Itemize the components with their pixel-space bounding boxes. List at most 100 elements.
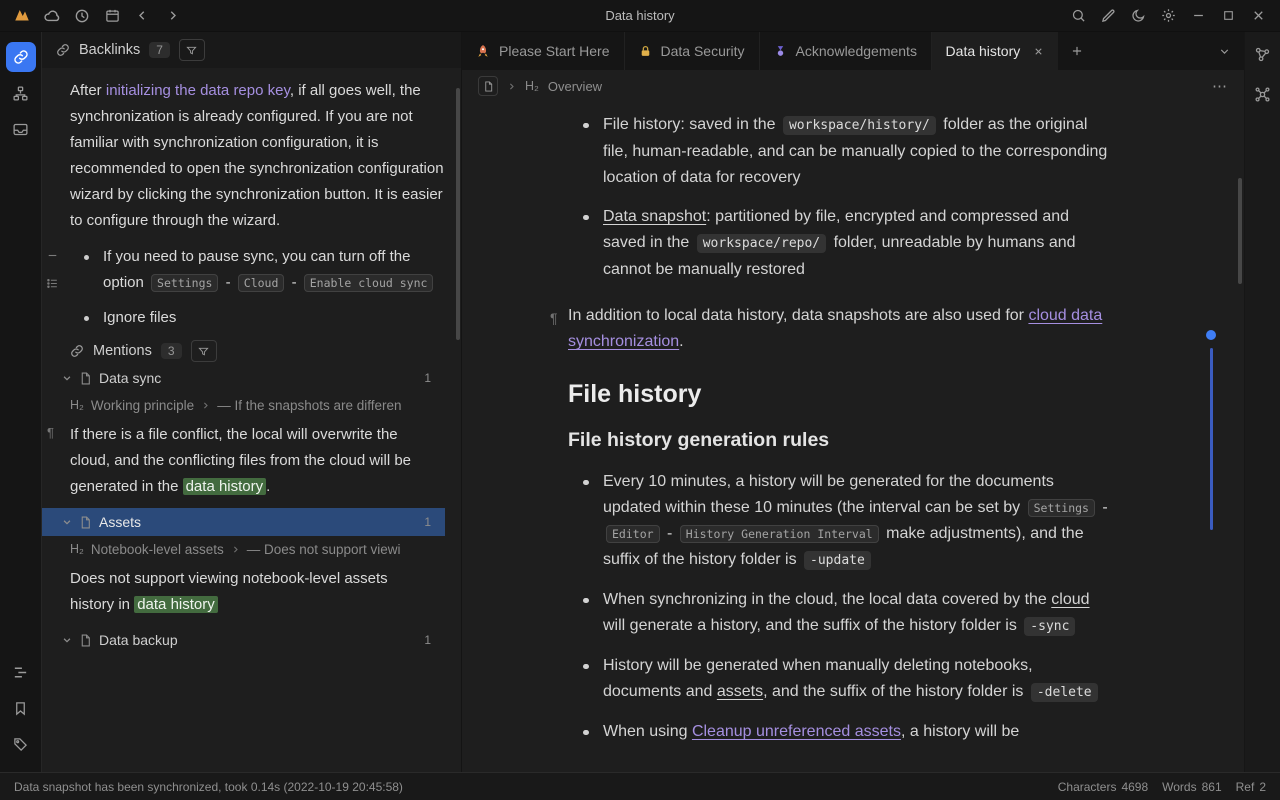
maximize-icon[interactable] [1214, 4, 1242, 28]
ref-counter: Ref2 [1236, 780, 1266, 794]
mention-paragraph[interactable]: If there is a file conflict, the local w… [70, 422, 431, 500]
mention-doc-count: 1 [424, 633, 431, 647]
tab-label: Please Start Here [499, 43, 610, 59]
list-gutter-icon[interactable] [46, 277, 59, 290]
forward-icon[interactable] [158, 4, 186, 28]
app-window: Data history [0, 0, 1280, 800]
backlink-icon [56, 43, 70, 57]
left-dock [0, 32, 42, 772]
mention-doc-name: Data sync [99, 370, 161, 386]
global-graph-icon[interactable] [1249, 80, 1277, 108]
document-counters: Characters4698 Words861 Ref2 [1058, 780, 1266, 794]
medal-icon [774, 45, 787, 58]
search-icon[interactable] [1064, 4, 1092, 28]
document-icon [79, 516, 92, 529]
tab-data-history[interactable]: Data history [932, 32, 1059, 70]
theme-moon-icon[interactable] [1124, 4, 1152, 28]
editor-scrollbar[interactable] [1238, 178, 1242, 284]
panel-scrollbar[interactable] [456, 88, 460, 340]
block-gutter-icon[interactable] [46, 249, 59, 262]
scroll-position-dot[interactable] [1206, 330, 1216, 340]
mention-doc-row[interactable]: Data backup 1 [42, 626, 445, 654]
mention-path-crumb: Notebook-level assets [91, 542, 224, 557]
list-item[interactable]: File history: saved in the workspace/his… [568, 112, 1110, 191]
mention-doc-count: 1 [424, 515, 431, 529]
mention-doc-row[interactable]: Data sync 1 [42, 364, 445, 392]
h2-icon: H₂ [70, 398, 84, 412]
new-tab-button[interactable] [1058, 32, 1096, 70]
outline-icon[interactable] [6, 657, 36, 687]
mention-doc-name: Data backup [99, 632, 178, 648]
mention-path-crumb: Working principle [91, 398, 194, 413]
backlinks-header: Backlinks 7 [42, 32, 461, 68]
mentions-filter-button[interactable] [191, 340, 217, 362]
mention-path[interactable]: H₂ Working principle — If the snapshots … [42, 392, 445, 418]
h2-icon: H₂ [70, 542, 84, 556]
close-icon[interactable] [1244, 4, 1272, 28]
h2-icon: H₂ [525, 79, 539, 93]
graph-tree-icon[interactable] [6, 78, 36, 108]
tab-bar: Please Start Here Data Security Acknowle… [462, 32, 1244, 70]
mention-doc-row-selected[interactable]: Assets 1 [42, 508, 445, 536]
list-item[interactable]: Data snapshot: partitioned by file, encr… [568, 204, 1110, 283]
heading-2[interactable]: File history generation rules [568, 427, 1110, 453]
heading-1[interactable]: File history [568, 381, 1110, 407]
paragraph[interactable]: In addition to local data history, data … [568, 303, 1110, 355]
tab-please-start-here[interactable]: Please Start Here [462, 32, 625, 70]
backlinks-dock-icon[interactable] [6, 42, 36, 72]
list-item[interactable]: Every 10 minutes, a history will be gene… [568, 469, 1110, 574]
backlinks-body: After initializing the data repo key, if… [42, 68, 461, 772]
status-bar: Data snapshot has been synchronized, too… [0, 772, 1280, 800]
bookmark-icon[interactable] [6, 693, 36, 723]
mention-paragraph-wrap: Does not support viewing notebook-level … [42, 562, 445, 626]
backlink-paragraph[interactable]: After initializing the data repo key, if… [70, 78, 445, 234]
list-item[interactable]: When synchronizing in the cloud, the loc… [568, 587, 1110, 640]
inbox-icon[interactable] [6, 114, 36, 144]
tab-list-chevron-icon[interactable] [1204, 32, 1244, 70]
daily-note-icon[interactable] [98, 4, 126, 28]
mentions-count-badge: 3 [161, 343, 182, 359]
close-tab-icon[interactable] [1033, 46, 1044, 57]
back-icon[interactable] [128, 4, 156, 28]
tab-label: Data Security [661, 43, 745, 59]
minimize-icon[interactable] [1184, 4, 1212, 28]
backlink-list-item[interactable]: Ignore files [70, 305, 445, 331]
paragraph-gutter-icon[interactable]: ¶ [47, 425, 54, 440]
rocket-icon [476, 44, 490, 58]
backlinks-filter-button[interactable] [179, 39, 205, 61]
settings-gear-icon[interactable] [1154, 4, 1182, 28]
tab-data-security[interactable]: Data Security [625, 32, 760, 70]
titlebar: Data history [0, 0, 1280, 32]
breadcrumb: H₂ Overview ⋯ [462, 70, 1244, 102]
tag-icon[interactable] [6, 729, 36, 759]
scroll-position-line[interactable] [1210, 348, 1213, 530]
backlinks-panel: Backlinks 7 After initializing the data … [42, 32, 462, 772]
mention-paragraph-wrap: ¶ If there is a file conflict, the local… [42, 418, 445, 508]
chevron-down-icon[interactable] [62, 635, 72, 645]
mention-path[interactable]: H₂ Notebook-level assets — Does not supp… [42, 536, 445, 562]
mentions-title: Mentions [93, 343, 152, 359]
chevron-down-icon[interactable] [62, 373, 72, 383]
document-content[interactable]: File history: saved in the workspace/his… [462, 102, 1244, 772]
chevron-right-icon [507, 82, 516, 91]
document-icon [79, 372, 92, 385]
mention-doc-count: 1 [424, 371, 431, 385]
tab-acknowledgements[interactable]: Acknowledgements [760, 32, 932, 70]
list-item[interactable]: When using Cleanup unreferenced assets, … [568, 719, 1110, 745]
characters-counter: Characters4698 [1058, 780, 1148, 794]
mention-paragraph[interactable]: Does not support viewing notebook-level … [70, 566, 431, 618]
more-menu-icon[interactable]: ⋯ [1212, 77, 1228, 95]
backlink-list-item[interactable]: If you need to pause sync, you can turn … [70, 244, 445, 296]
chevron-down-icon[interactable] [62, 517, 72, 527]
list-item[interactable]: History will be generated when manually … [568, 653, 1110, 706]
cloud-sync-icon[interactable] [38, 4, 66, 28]
edit-icon[interactable] [1094, 4, 1122, 28]
history-icon[interactable] [68, 4, 96, 28]
graph-icon[interactable] [1249, 40, 1277, 68]
paragraph-gutter-icon[interactable]: ¶ [550, 305, 558, 331]
tabbar-spacer [1096, 32, 1204, 70]
app-logo-icon[interactable] [8, 4, 36, 28]
breadcrumb-crumb[interactable]: Overview [548, 79, 602, 94]
chevron-right-icon [231, 545, 240, 554]
document-icon[interactable] [478, 76, 498, 96]
